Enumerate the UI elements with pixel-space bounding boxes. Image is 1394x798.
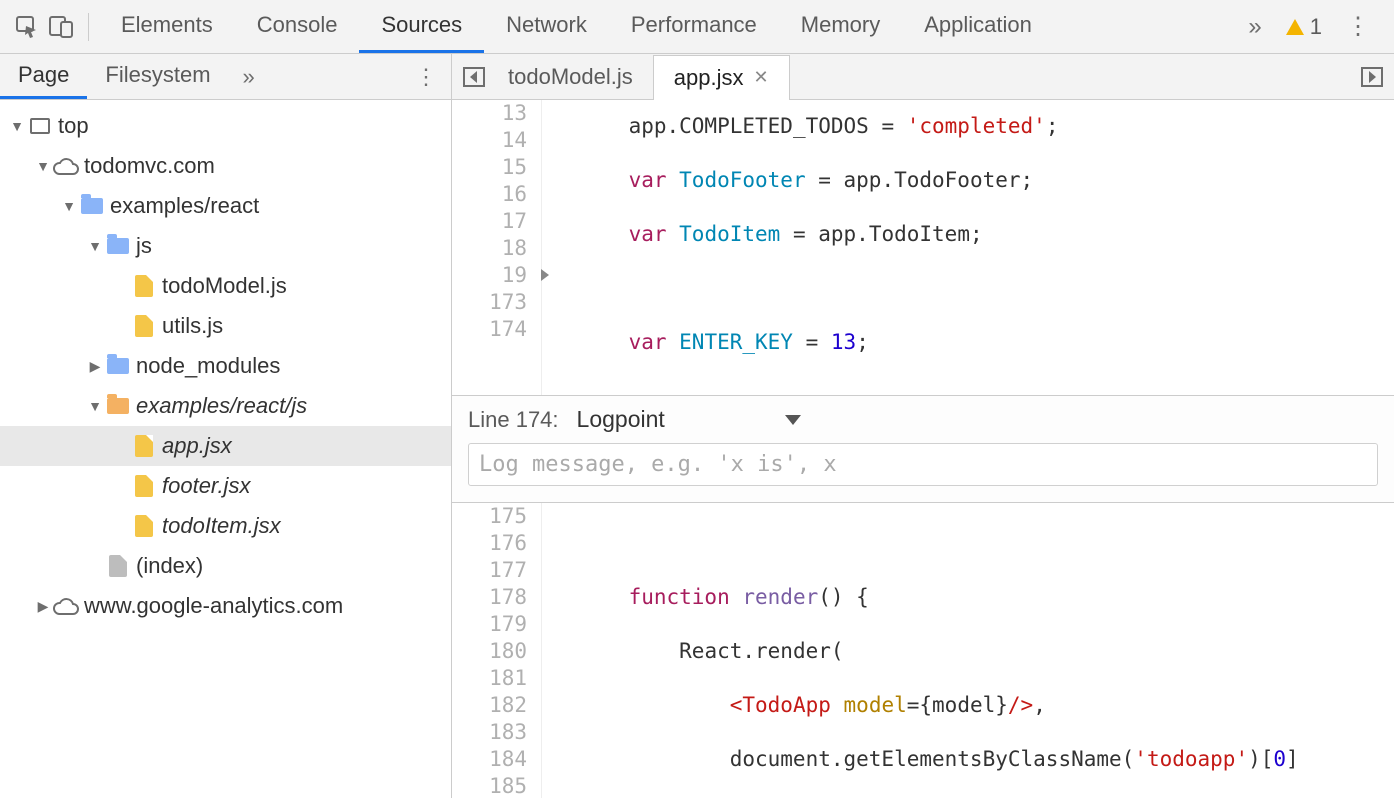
tree-ga-domain[interactable]: ▶ www.google-analytics.com <box>0 586 451 626</box>
warning-count: 1 <box>1310 14 1322 40</box>
tab-elements[interactable]: Elements <box>99 0 235 53</box>
main-area: Page Filesystem » ⋮ ▼ top ▼ todomvc.com … <box>0 54 1394 798</box>
tree-top[interactable]: ▼ top <box>0 106 451 146</box>
expand-icon: ▼ <box>8 118 26 134</box>
tab-performance[interactable]: Performance <box>609 0 779 53</box>
file-tree: ▼ top ▼ todomvc.com ▼ examples/react ▼ j… <box>0 100 451 798</box>
chevron-down-icon <box>785 415 801 425</box>
tab-sources[interactable]: Sources <box>359 0 484 53</box>
tree-label: examples/react/js <box>132 393 307 419</box>
logpoint-input[interactable] <box>468 443 1378 486</box>
tab-memory[interactable]: Memory <box>779 0 902 53</box>
tab-network[interactable]: Network <box>484 0 609 53</box>
sidebar-tab-page[interactable]: Page <box>0 54 87 99</box>
tree-label: footer.jsx <box>158 473 250 499</box>
code-content[interactable]: function render() { React.render( <TodoA… <box>542 503 1394 798</box>
breakpoint-editor: Line 174: Logpoint <box>452 395 1394 503</box>
sources-sidebar: Page Filesystem » ⋮ ▼ top ▼ todomvc.com … <box>0 54 452 798</box>
tree-file-index[interactable]: (index) <box>0 546 451 586</box>
tree-folder-nodemodules[interactable]: ▶ node_modules <box>0 346 451 386</box>
tree-label: node_modules <box>132 353 280 379</box>
tree-file-utils[interactable]: utils.js <box>0 306 451 346</box>
show-navigator-icon[interactable] <box>460 63 488 91</box>
file-icon <box>130 275 158 297</box>
editor-tab-todomodel[interactable]: todoModel.js <box>488 54 653 99</box>
gutter-foldable[interactable]: 19 <box>452 262 527 289</box>
tree-label: todoItem.jsx <box>158 513 281 539</box>
inspect-icon[interactable] <box>10 10 44 44</box>
tree-label: todoModel.js <box>158 273 287 299</box>
editor-tab-label: app.jsx <box>674 65 744 91</box>
folder-icon <box>78 198 106 214</box>
cloud-icon <box>52 157 80 175</box>
settings-menu-icon[interactable]: ⋮ <box>1332 12 1384 41</box>
close-icon[interactable]: ✕ <box>753 67 768 88</box>
sidebar-menu-icon[interactable]: ⋮ <box>401 64 451 90</box>
breakpoint-type-dropdown[interactable]: Logpoint <box>577 406 801 433</box>
file-icon <box>130 475 158 497</box>
fold-icon[interactable] <box>541 269 549 281</box>
code-viewer-lower[interactable]: 175 176 177 178 179 180 181 182 183 184 … <box>452 503 1394 798</box>
expand-icon: ▼ <box>34 158 52 174</box>
code-viewer[interactable]: 13 14 15 16 17 18 19 173 174 app.COMPLET… <box>452 100 1394 395</box>
dropdown-value: Logpoint <box>577 406 665 433</box>
file-icon <box>130 515 158 537</box>
tab-console[interactable]: Console <box>235 0 360 53</box>
show-debugger-icon[interactable] <box>1358 63 1386 91</box>
logpoint-line-label: Line 174: <box>468 407 559 433</box>
tree-folder-js[interactable]: ▼ js <box>0 226 451 266</box>
editor-tab-label: todoModel.js <box>508 64 633 90</box>
tree-file-todoitem[interactable]: todoItem.jsx <box>0 506 451 546</box>
tree-label: app.jsx <box>158 433 232 459</box>
device-toggle-icon[interactable] <box>44 10 78 44</box>
expand-icon: ▶ <box>34 598 52 615</box>
sidebar-tabs: Page Filesystem » ⋮ <box>0 54 451 100</box>
tree-folder-examples[interactable]: ▼ examples/react <box>0 186 451 226</box>
toolbar-divider <box>88 13 89 41</box>
editor-pane: todoModel.js app.jsx ✕ 13 14 15 16 17 18… <box>452 54 1394 798</box>
file-icon <box>130 435 158 457</box>
file-icon <box>104 555 132 577</box>
tree-domain[interactable]: ▼ todomvc.com <box>0 146 451 186</box>
expand-icon: ▼ <box>86 238 104 254</box>
tree-label: utils.js <box>158 313 223 339</box>
frame-icon <box>26 118 54 134</box>
line-gutter[interactable]: 13 14 15 16 17 18 19 173 174 <box>452 100 542 395</box>
tree-label: todomvc.com <box>80 153 215 179</box>
folder-icon <box>104 358 132 374</box>
tree-file-todomodel[interactable]: todoModel.js <box>0 266 451 306</box>
expand-icon: ▶ <box>86 358 104 375</box>
warning-icon <box>1286 19 1304 35</box>
code-content[interactable]: app.COMPLETED_TODOS = 'completed'; var T… <box>542 100 1394 395</box>
tree-folder-sourcemap[interactable]: ▼ examples/react/js <box>0 386 451 426</box>
more-tabs-icon[interactable]: » <box>1234 13 1275 41</box>
editor-tab-app[interactable]: app.jsx ✕ <box>653 55 790 100</box>
tree-label: examples/react <box>106 193 259 219</box>
expand-icon: ▼ <box>86 398 104 414</box>
panel-tabs: Elements Console Sources Network Perform… <box>99 0 1234 53</box>
folder-icon <box>104 238 132 254</box>
expand-icon: ▼ <box>60 198 78 214</box>
line-gutter[interactable]: 175 176 177 178 179 180 181 182 183 184 … <box>452 503 542 798</box>
file-icon <box>130 315 158 337</box>
cloud-icon <box>52 597 80 615</box>
tree-label: (index) <box>132 553 203 579</box>
sidebar-tab-filesystem[interactable]: Filesystem <box>87 54 228 99</box>
tab-application[interactable]: Application <box>902 0 1054 53</box>
folder-icon <box>104 398 132 414</box>
tree-file-footer[interactable]: footer.jsx <box>0 466 451 506</box>
tree-label: js <box>132 233 152 259</box>
tree-file-app[interactable]: app.jsx <box>0 426 451 466</box>
warnings-badge[interactable]: 1 <box>1276 14 1332 40</box>
sidebar-more-icon[interactable]: » <box>229 64 269 90</box>
tree-label: top <box>54 113 89 139</box>
tree-label: www.google-analytics.com <box>80 593 343 619</box>
editor-tabs: todoModel.js app.jsx ✕ <box>452 54 1394 100</box>
devtools-toolbar: Elements Console Sources Network Perform… <box>0 0 1394 54</box>
